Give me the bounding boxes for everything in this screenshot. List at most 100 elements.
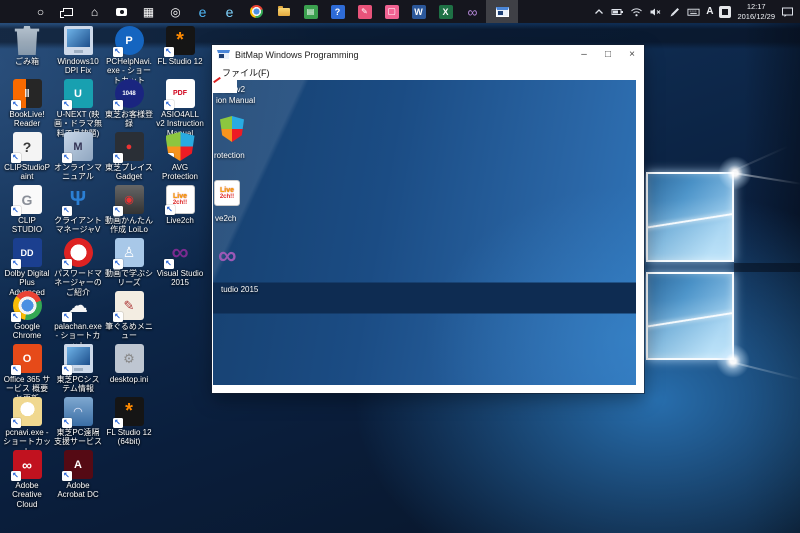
close-button[interactable]: × — [620, 45, 644, 64]
minimize-button[interactable]: – — [572, 45, 596, 64]
desktop-icon-office-365[interactable]: O↖Office 365 サービス 概要と更新 — [3, 344, 51, 403]
ime-mode-indicator[interactable]: A — [706, 6, 713, 17]
desktop-icon-pcnavi[interactable]: ↖pcnavi.exe - ショートカット — [3, 397, 51, 456]
shortcut-arrow-badge: ↖ — [165, 205, 175, 215]
dolby-digital-plus-icon: DD↖ — [13, 238, 42, 267]
taskbar-apps: ○ ⌂ ▦ ◎ ee ▤? ✎ ▢WX ∞ — [0, 0, 518, 23]
desktop-icon-google-chrome[interactable]: ↖Google Chrome — [3, 291, 51, 341]
taskbar-chrome-browser[interactable] — [243, 0, 270, 23]
desktop-icon-label: BookLive! Reader — [3, 110, 51, 129]
desktop-icon-label: Windows10 DPI Fix — [54, 57, 102, 76]
battery-icon[interactable] — [611, 5, 624, 18]
desktop-icon-recycle-bin[interactable]: ごみ箱 — [3, 26, 51, 66]
taskbar-media-player-app[interactable]: ◎ — [162, 0, 189, 23]
action-center-icon[interactable] — [781, 5, 794, 18]
maximize-button[interactable]: □ — [596, 45, 620, 64]
shortcut-arrow-badge: ↖ — [11, 100, 21, 110]
taskbar-bitmap-program-running[interactable] — [486, 0, 518, 23]
desktop-icon-desktop-ini[interactable]: ⚙desktop.ini — [105, 344, 153, 384]
media-player-app-icon: ◎ — [170, 5, 180, 19]
desktop-icon-online-manual[interactable]: M↖オンラインマニュアル — [54, 132, 102, 182]
desktop-icon-asio4all-manual[interactable]: PDF↖ASIO4ALL v2 Instruction Manual — [156, 79, 204, 138]
manabu-series-icon: ♙↖ — [115, 238, 144, 267]
u-next-icon: U↖ — [64, 79, 93, 108]
desktop-icon-booklive-reader[interactable]: ‖↖BookLive! Reader — [3, 79, 51, 129]
volume-muted-icon[interactable] — [649, 5, 662, 18]
taskbar-store-app[interactable]: ⌂ — [81, 0, 108, 23]
desktop-icon-manabu-series[interactable]: ♙↖動画で学ぶシリーズ — [105, 238, 153, 288]
client-white-artifact — [213, 80, 237, 93]
recycle-bin-icon — [13, 26, 42, 55]
taskbar-visual-studio-app[interactable]: ∞ — [459, 0, 486, 23]
menu-file[interactable]: ファイル(F) — [218, 66, 274, 79]
shortcut-arrow-badge: ↖ — [164, 100, 174, 110]
desktop-icon-windows10-dpi-fix[interactable]: Windows10 DPI Fix — [54, 26, 102, 76]
desktop-icon-password-manager[interactable]: ↖パスワードマネージャーのご紹介 — [54, 238, 102, 297]
taskbar-clock[interactable]: 12:17 2016/12/29 — [737, 2, 775, 22]
desktop-icon-live2ch[interactable]: Live2ch!!↖Live2ch — [156, 185, 204, 225]
desktop-icon-toshiba-sysinfo[interactable]: ↖東芝PCシステム情報 — [54, 344, 102, 394]
taskbar-calculator-app[interactable]: ▦ — [135, 0, 162, 23]
desktop-icon-toshiba-place-gadget[interactable]: ●↖東芝プレイスGadget — [105, 132, 153, 182]
desktop-icon-label: 東芝PC遠隔支援サービス — [54, 428, 102, 447]
desktop-icon-toshiba-remote-support[interactable]: ◠↖東芝PC遠隔支援サービス — [54, 397, 102, 447]
ime-icon[interactable] — [719, 6, 731, 18]
taskbar-edge-browser[interactable]: e — [189, 0, 216, 23]
pen-icon[interactable] — [668, 5, 681, 18]
desktop-icon-adobe-acrobat-dc[interactable]: A↖Adobe Acrobat DC — [54, 450, 102, 500]
taskbar-start-button[interactable] — [0, 0, 27, 23]
shortcut-arrow-badge: ↖ — [11, 312, 21, 322]
desktop-icon-pchelpnavi[interactable]: P↖PCHelpNavi.exe - ショートカット — [105, 26, 153, 85]
shortcut-arrow-badge: ↖ — [164, 259, 174, 269]
taskbar-camera-app[interactable] — [108, 0, 135, 23]
taskbar-cortana-search-button[interactable]: ○ — [27, 0, 54, 23]
taskbar-word-app[interactable]: W — [405, 0, 432, 23]
taskbar-help-app[interactable]: ? — [324, 0, 351, 23]
taskbar-onenote-app[interactable]: ▤ — [297, 0, 324, 23]
shortcut-arrow-badge: ↖ — [11, 206, 21, 216]
password-manager-icon: ↖ — [64, 238, 93, 267]
fudegurume-app-icon: ✎ — [358, 5, 372, 19]
windows-logo-upper-pane — [646, 172, 734, 262]
desktop-icon-fl-studio-12-64[interactable]: *↖ FL Studio 12 (64bit) — [105, 397, 153, 447]
taskbar-capture-app[interactable]: ▢ — [378, 0, 405, 23]
touch-keyboard-icon[interactable] — [687, 5, 700, 18]
visual-studio-2015-icon: ∞↖ — [166, 238, 195, 267]
taskbar-excel-app[interactable]: X — [432, 0, 459, 23]
shortcut-arrow-badge: ↖ — [113, 206, 123, 216]
taskbar-task-view-button[interactable] — [54, 0, 81, 23]
live2ch-icon: Live2ch!!↖ — [166, 185, 195, 214]
app-window-bitmap-programming: BitMap Windows Programming – □ × ファイル(F)… — [212, 45, 644, 393]
desktop-icon-adobe-creative-cloud[interactable]: ∞↖Adobe Creative Cloud — [3, 450, 51, 509]
desktop-icon-toshiba-registration[interactable]: 1048↖東芝お客様登録 — [105, 79, 153, 129]
desktop-icon-palachan[interactable]: ☁↖palachan.exe - ショートカット — [54, 291, 102, 350]
desktop-icon-fudegurume-menu[interactable]: ✎↖筆ぐるめメニュー — [105, 291, 153, 341]
desktop-icon-loilo[interactable]: ◉↖動画かんたん作成 LoiLo — [105, 185, 153, 235]
shortcut-arrow-badge: ↖ — [62, 471, 72, 481]
window-titlebar[interactable]: BitMap Windows Programming – □ × — [212, 45, 644, 64]
desktop-icon-label: AVG Protection — [156, 163, 204, 182]
shortcut-arrow-badge: ↖ — [62, 100, 72, 110]
desktop-icon-avg-protection[interactable]: ↖ AVG Protection — [156, 132, 204, 182]
desktop-icon-label: FL Studio 12 (64bit) — [105, 428, 153, 447]
desktop-icon-client-manager-v[interactable]: Ψ↖クライアントマネージャV — [54, 185, 102, 235]
wifi-icon[interactable] — [630, 5, 643, 18]
desktop-icon-fl-studio-12[interactable]: *↖FL Studio 12 — [156, 26, 204, 66]
visual-studio-app-icon: ∞ — [468, 4, 478, 20]
desktop-icon-u-next[interactable]: U↖U-NEXT (映画・ドラマ無料で見放題) — [54, 79, 102, 138]
window-controls: – □ × — [572, 45, 644, 64]
desktop-icon-label: クライアントマネージャV — [54, 216, 102, 235]
desktop-icon-clip-studio[interactable]: G↖CLIP STUDIO — [3, 185, 51, 235]
taskbar-file-explorer[interactable] — [270, 0, 297, 23]
taskbar-internet-explorer[interactable]: e — [216, 0, 243, 23]
tray-chevron-icon[interactable] — [592, 5, 605, 18]
desktop-icon-label: FL Studio 12 — [156, 57, 204, 66]
avg-protection-icon: ↖ — [166, 132, 195, 161]
toshiba-sysinfo-icon: ↖ — [64, 344, 93, 373]
shortcut-arrow-badge: ↖ — [113, 100, 123, 110]
desktop-icon-visual-studio-2015[interactable]: ∞↖Visual Studio 2015 — [156, 238, 204, 288]
taskbar-fudegurume-app[interactable]: ✎ — [351, 0, 378, 23]
desktop-icon-clipstudiopaint[interactable]: ?↖CLIPStudioPaint — [3, 132, 51, 182]
fl-studio-12-64-icon: *↖ — [115, 397, 144, 426]
desktop-icon-label: 東芝プレイスGadget — [105, 163, 153, 182]
